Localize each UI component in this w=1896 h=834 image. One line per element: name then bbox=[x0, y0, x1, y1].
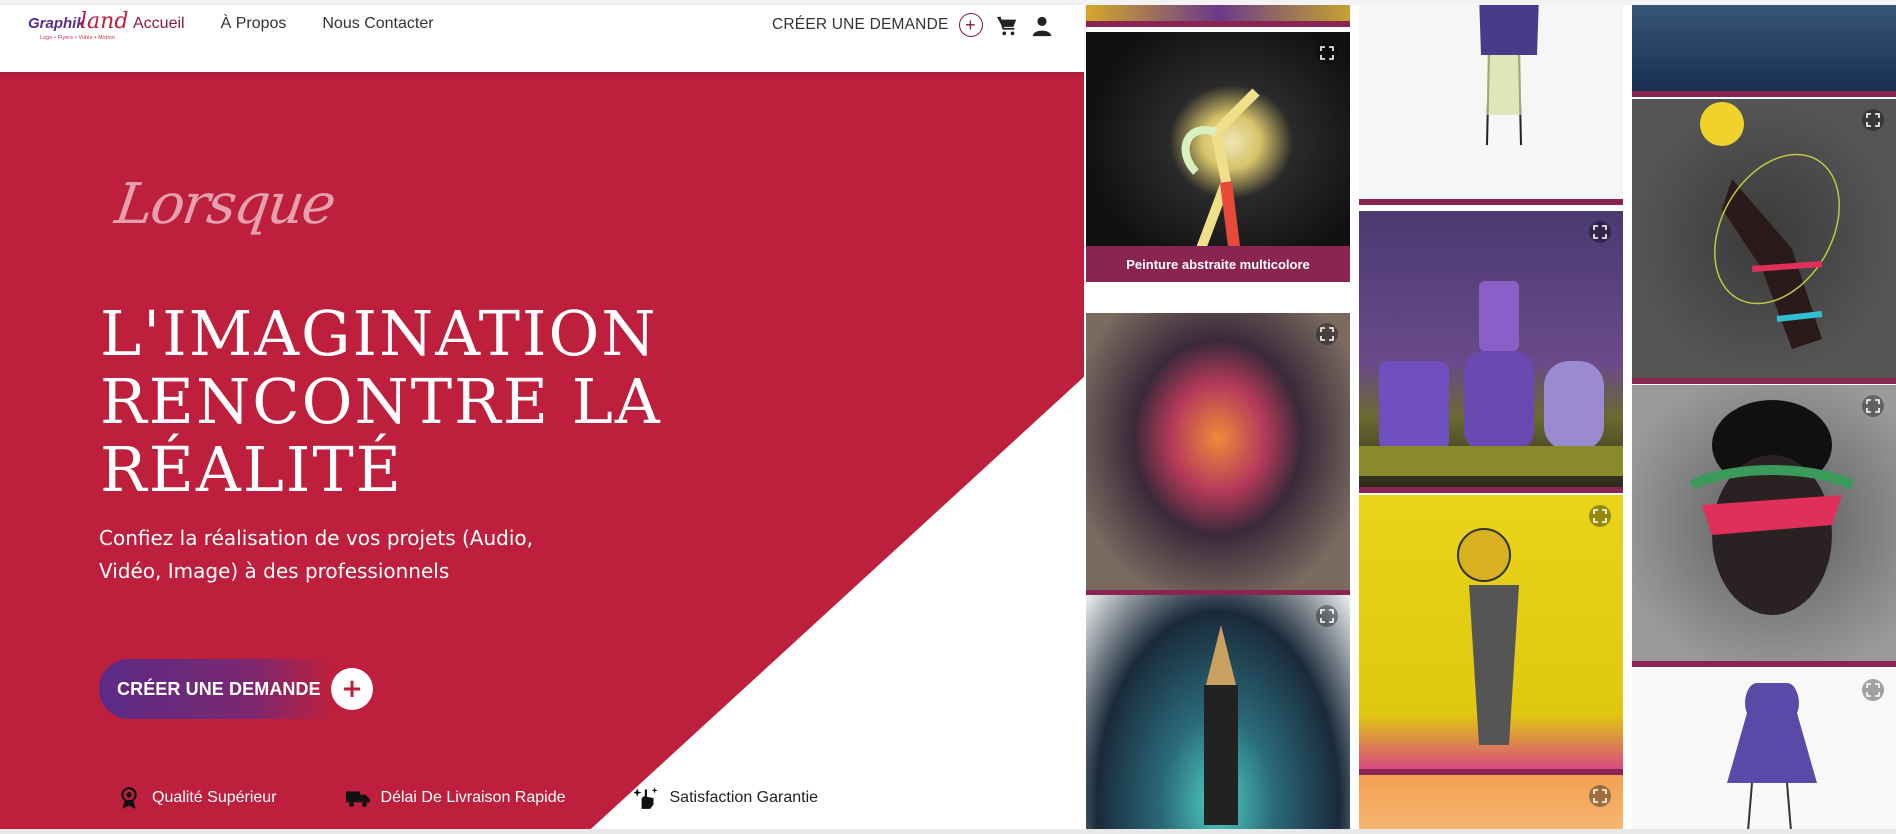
expand-icon[interactable] bbox=[1862, 679, 1884, 701]
gallery-tile[interactable] bbox=[1359, 775, 1623, 834]
gallery-tile-abstract[interactable]: Peinture abstraite multicolore bbox=[1086, 32, 1350, 282]
headline-line-1: L'IMAGINATION bbox=[100, 297, 658, 370]
hero-create-request-button[interactable]: CRÉER UNE DEMANDE + bbox=[99, 659, 373, 719]
expand-icon[interactable] bbox=[1316, 605, 1338, 627]
header-create-request-button[interactable]: CRÉER UNE DEMANDE + bbox=[772, 13, 983, 37]
hero-cta-label: CRÉER UNE DEMANDE bbox=[117, 678, 321, 699]
artwork-shape bbox=[1727, 683, 1817, 834]
artwork-shape bbox=[1359, 281, 1623, 476]
feature-quality: Qualité Supérieur bbox=[116, 785, 277, 811]
logo-tagline: Logo • Flyers • Vidéo • Motion bbox=[40, 35, 116, 41]
feature-label: Délai De Livraison Rapide bbox=[380, 789, 566, 806]
header-cta-label: CRÉER UNE DEMANDE bbox=[772, 16, 949, 33]
image-caption: Peinture abstraite multicolore bbox=[1086, 246, 1350, 276]
headline-line-2: RENCONTRE LA bbox=[100, 365, 662, 438]
artwork-shape bbox=[1479, 5, 1539, 146]
circle-plus-icon: + bbox=[958, 13, 983, 37]
features-list: Qualité Supérieur Délai De Livraison Rap… bbox=[116, 785, 886, 811]
brand-logo[interactable]: Graphik land Logo • Flyers • Vidéo • Mot… bbox=[28, 9, 128, 45]
gallery-tile-vases[interactable] bbox=[1359, 211, 1623, 493]
gallery-tile-hand[interactable] bbox=[1632, 99, 1896, 384]
gallery-tile-hand-ball[interactable] bbox=[1359, 495, 1623, 775]
nav-item-a-propos[interactable]: À Propos bbox=[221, 15, 287, 33]
hero-subtitle: Confiez la réalisation de vos projets (A… bbox=[99, 526, 534, 583]
plus-icon: + bbox=[331, 668, 373, 710]
nav-item-nous-contacter[interactable]: Nous Contacter bbox=[322, 15, 433, 33]
gallery-tile[interactable] bbox=[1086, 5, 1350, 27]
headline-line-3: RÉALITÉ bbox=[100, 433, 403, 506]
logo-word-1: Graphik bbox=[28, 15, 85, 32]
user-icon[interactable] bbox=[1031, 15, 1053, 37]
cart-icon[interactable] bbox=[995, 15, 1019, 37]
feature-fast-delivery: Délai De Livraison Rapide bbox=[345, 785, 566, 811]
hero-headline: L'IMAGINATION RENCONTRE LA RÉALITÉ bbox=[100, 300, 700, 504]
expand-icon[interactable] bbox=[1316, 323, 1338, 345]
gallery-tile-hoodie[interactable] bbox=[1632, 669, 1896, 834]
feature-label: Satisfaction Garantie bbox=[669, 789, 819, 806]
sparkle-hand-icon bbox=[633, 787, 658, 809]
expand-icon[interactable] bbox=[1862, 395, 1884, 417]
gallery-tile-pen[interactable] bbox=[1086, 595, 1350, 834]
artwork-shape bbox=[1181, 88, 1260, 264]
gallery-tile-figure[interactable] bbox=[1359, 5, 1623, 205]
artwork-shape bbox=[1457, 528, 1519, 745]
artwork-shape bbox=[1700, 102, 1840, 349]
image-gallery: Peinture abstraite multicolore bbox=[1084, 5, 1896, 834]
expand-icon[interactable] bbox=[1589, 221, 1611, 243]
expand-icon[interactable] bbox=[1589, 785, 1611, 807]
expand-icon[interactable] bbox=[1862, 109, 1884, 131]
expand-icon[interactable] bbox=[1316, 42, 1338, 64]
delivery-truck-icon bbox=[345, 791, 370, 807]
bottom-edge bbox=[0, 829, 1896, 834]
expand-icon[interactable] bbox=[1589, 505, 1611, 527]
feature-label: Qualité Supérieur bbox=[152, 789, 277, 806]
gallery-tile-cloak[interactable] bbox=[1086, 313, 1350, 596]
nav-item-accueil[interactable]: Accueil bbox=[133, 15, 185, 33]
gallery-tile-portrait[interactable] bbox=[1632, 385, 1896, 667]
gallery-tile-water[interactable] bbox=[1632, 5, 1896, 97]
site-header: Graphik land Logo • Flyers • Vidéo • Mot… bbox=[0, 5, 1084, 72]
artwork-shape bbox=[1689, 400, 1855, 615]
logo-word-2: land bbox=[80, 9, 129, 34]
feature-satisfaction: Satisfaction Garantie bbox=[633, 785, 819, 811]
hero-section: Lorsque L'IMAGINATION RENCONTRE LA RÉALI… bbox=[0, 0, 1084, 834]
award-icon bbox=[121, 787, 137, 809]
artwork-shape bbox=[1204, 625, 1238, 825]
hero-script-word: Lorsque bbox=[111, 172, 339, 237]
main-nav: Accueil À Propos Nous Contacter bbox=[133, 15, 434, 33]
